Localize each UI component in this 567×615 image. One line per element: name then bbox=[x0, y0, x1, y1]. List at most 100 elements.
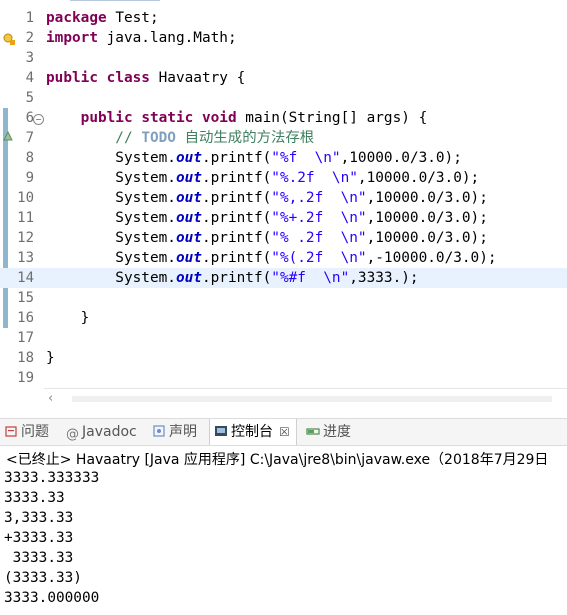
code-token: .printf( bbox=[201, 170, 272, 186]
code-token: "%,.2f \n" bbox=[271, 190, 367, 206]
scrollbar-thumb[interactable] bbox=[72, 396, 552, 402]
tab-label: 问题 bbox=[21, 424, 49, 440]
code-token: out bbox=[175, 270, 202, 286]
code-line[interactable]: 11 System.out.printf("%+.2f \n",10000.0/… bbox=[0, 208, 567, 228]
code-line[interactable]: 9 System.out.printf("%.2f \n",10000.0/3.… bbox=[0, 168, 567, 188]
view-tabbar: 问题 @ Javadoc 声明 控制台 ☒ 进度 bbox=[0, 418, 567, 446]
code-line[interactable]: 6 public static void main(String[] args)… bbox=[0, 108, 567, 128]
code-line[interactable]: 14 System.out.printf("%#f \n",3333.); bbox=[0, 268, 567, 288]
code-token: Test; bbox=[106, 10, 159, 26]
line-number: 19 bbox=[17, 370, 34, 386]
code-token: System. bbox=[46, 210, 176, 226]
code-token: System. bbox=[46, 230, 176, 246]
code-text: System.out.printf("%(.2f \n",-10000.0/3.… bbox=[46, 248, 497, 268]
code-token: out bbox=[175, 150, 202, 166]
code-text: System.out.printf("%#f \n",3333.); bbox=[46, 268, 419, 288]
code-text: System.out.printf("%+.2f \n",10000.0/3.0… bbox=[46, 208, 488, 228]
console-line: 3333.33 bbox=[4, 550, 74, 566]
code-line[interactable]: 8 System.out.printf("%f \n",10000.0/3.0)… bbox=[0, 148, 567, 168]
console-line: 3,333.33 bbox=[4, 510, 74, 526]
horizontal-scrollbar[interactable]: ‹ bbox=[44, 388, 567, 409]
line-number: 8 bbox=[25, 150, 34, 166]
code-text: public class Havaatry { bbox=[46, 68, 245, 88]
console-output[interactable]: 3333.333333 3333.33 3,333.33 +3333.33 33… bbox=[4, 468, 99, 608]
code-line[interactable]: 4 public class Havaatry { bbox=[0, 68, 567, 88]
editor-tab-edge bbox=[70, 0, 160, 4]
code-token: .printf( bbox=[201, 250, 272, 266]
code-text: package Test; bbox=[46, 8, 159, 28]
console-line: 3333.33 bbox=[4, 490, 65, 506]
warning-icon[interactable] bbox=[3, 33, 15, 45]
code-line[interactable]: 16 } bbox=[0, 308, 567, 328]
code-editor[interactable]: 1 package Test; 2 import java.lang.Math; 3 4 p… bbox=[0, 0, 567, 410]
code-line[interactable]: 18} bbox=[0, 348, 567, 368]
code-line[interactable]: 13 System.out.printf("%(.2f \n",-10000.0… bbox=[0, 248, 567, 268]
tab-javadoc[interactable]: @ Javadoc bbox=[66, 419, 137, 445]
progress-icon bbox=[306, 428, 320, 435]
tab-label: 进度 bbox=[323, 424, 351, 440]
code-text: System.out.printf("%f \n",10000.0/3.0); bbox=[46, 148, 462, 168]
code-token: void bbox=[201, 110, 237, 126]
code-token: java.lang.Math; bbox=[97, 30, 237, 46]
code-text: public static void main(String[] args) { bbox=[46, 108, 428, 128]
code-line[interactable]: 19 bbox=[0, 368, 567, 388]
console-line: (3333.33) bbox=[4, 570, 82, 586]
code-text: import java.lang.Math; bbox=[46, 28, 237, 48]
console-line: 3333.000000 bbox=[4, 590, 100, 606]
line-number: 13 bbox=[17, 250, 34, 266]
code-line[interactable]: 3 bbox=[0, 48, 567, 68]
code-token: } bbox=[46, 350, 55, 366]
code-line[interactable]: 5 bbox=[0, 88, 567, 108]
code-token: ,10000.0/3.0); bbox=[366, 190, 488, 206]
tab-problems[interactable]: 问题 bbox=[4, 419, 49, 445]
code-line[interactable]: 12 System.out.printf("% .2f \n",10000.0/… bbox=[0, 228, 567, 248]
tab-declaration[interactable]: 声明 bbox=[152, 419, 197, 445]
code-token: Havaatry { bbox=[149, 70, 246, 86]
code-token: "% .2f \n" bbox=[271, 230, 367, 246]
code-token: .printf( bbox=[201, 150, 272, 166]
scroll-left-icon[interactable]: ‹ bbox=[48, 391, 53, 406]
code-token: out bbox=[175, 250, 202, 266]
code-line[interactable]: 7 // TODO 自动生成的方法存根 bbox=[0, 128, 567, 148]
console-line: +3333.33 bbox=[4, 530, 74, 546]
code-token: import bbox=[46, 30, 98, 46]
code-token: "%f \n" bbox=[271, 150, 341, 166]
code-text: } bbox=[46, 348, 55, 368]
line-number: 12 bbox=[17, 230, 34, 246]
console-header: <已终止> Havaatry [Java 应用程序] C:\Java\jre8\… bbox=[6, 452, 549, 468]
code-token: out bbox=[175, 230, 202, 246]
code-token: System. bbox=[46, 170, 176, 186]
line-number: 16 bbox=[17, 310, 34, 326]
code-token: .printf( bbox=[201, 270, 272, 286]
tab-label: Javadoc bbox=[82, 424, 137, 440]
code-token: "%#f \n" bbox=[271, 270, 350, 286]
code-token: .printf( bbox=[201, 230, 272, 246]
line-number: 11 bbox=[17, 210, 34, 226]
code-line[interactable]: 15 bbox=[0, 288, 567, 308]
code-token: ,10000.0/3.0); bbox=[340, 150, 462, 166]
line-number: 14 bbox=[17, 270, 34, 286]
code-line[interactable]: 10 System.out.printf("%,.2f \n",10000.0/… bbox=[0, 188, 567, 208]
code-token: ,10000.0/3.0); bbox=[366, 210, 488, 226]
line-number: 4 bbox=[25, 70, 34, 86]
code-token: ,3333.); bbox=[349, 270, 419, 286]
code-token: .printf( bbox=[201, 210, 272, 226]
collapse-icon[interactable]: − bbox=[33, 114, 44, 125]
code-line[interactable]: 17 bbox=[0, 328, 567, 348]
close-icon[interactable]: ☒ bbox=[279, 425, 290, 439]
console-icon bbox=[215, 426, 227, 436]
tab-progress[interactable]: 进度 bbox=[306, 419, 351, 445]
code-token: out bbox=[175, 170, 202, 186]
tab-console[interactable]: 控制台 ☒ bbox=[209, 419, 297, 445]
code-text: } bbox=[46, 308, 90, 328]
code-token: public bbox=[80, 110, 133, 126]
code-line[interactable]: 1 package Test; bbox=[0, 8, 567, 28]
line-number: 10 bbox=[17, 190, 34, 206]
code-token: // bbox=[46, 130, 142, 146]
code-token: System. bbox=[46, 270, 176, 286]
code-line[interactable]: 2 import java.lang.Math; bbox=[0, 28, 567, 48]
code-token: ,-10000.0/3.0); bbox=[366, 250, 497, 266]
line-number: 9 bbox=[25, 170, 34, 186]
